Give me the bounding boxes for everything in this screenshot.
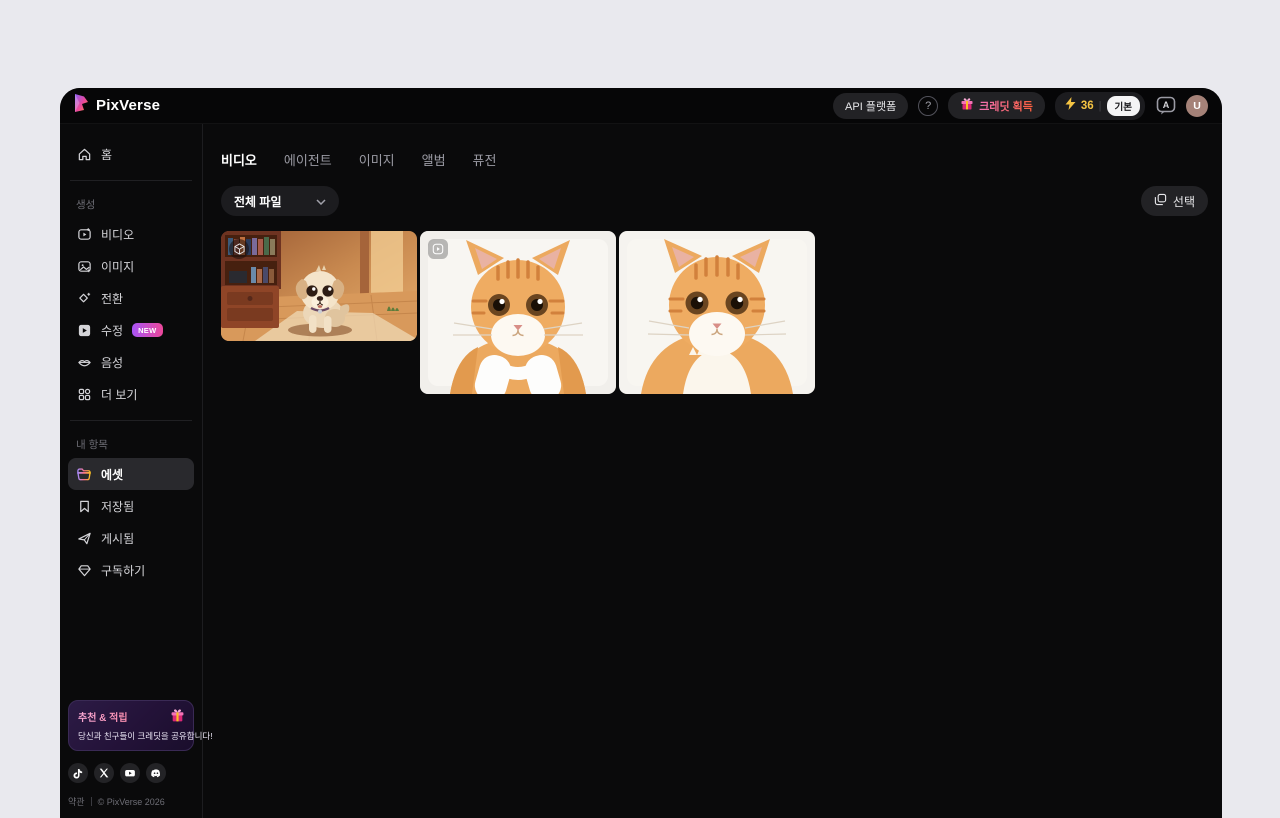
sidebar-bottom: 추천 & 적립 당신과 친구들이 크레딧을 공유합니다! 약관 © PixVer… [68,700,213,808]
lightning-icon [1065,96,1076,115]
lips-icon [76,354,92,370]
video-create-icon [76,226,92,242]
tab-image[interactable]: 이미지 [359,148,395,171]
paper-plane-icon [76,530,92,546]
sidebar-item-saved[interactable]: 저장됨 [68,490,194,522]
divider [70,420,192,421]
multi-select-icon [1154,193,1167,209]
sidebar-item-subscribe[interactable]: 구독하기 [68,554,194,586]
earn-credits-button[interactable]: 크레딧 획득 [948,92,1045,119]
section-title-create: 생성 [76,199,96,211]
grid-more-icon [76,386,92,402]
transform-icon [76,290,92,306]
divider [90,797,92,806]
pixverse-app-window: PixVerse API 플랫폼 ? 크레딧 획득 36 | 기본 A U 홈 … [60,88,1222,818]
sidebar-item-video[interactable]: 비디오 [68,218,194,250]
x-twitter-icon[interactable] [94,763,114,783]
sidebar-item-published[interactable]: 게시됨 [68,522,194,554]
svg-text:A: A [1162,100,1169,110]
content-tabs: 비디오 에이전트 이미지 앨범 퓨전 [221,148,1208,171]
sidebar-item-edit[interactable]: 수정 NEW [68,314,194,346]
image-create-icon [76,258,92,274]
gem-icon [76,562,92,578]
tab-album[interactable]: 앨범 [422,148,446,171]
logo[interactable]: PixVerse [74,94,160,117]
main-content: 비디오 에이전트 이미지 앨범 퓨전 전체 파일 선택 [203,124,1222,818]
edit-icon [76,322,92,338]
orange-cat-portrait-paws [420,231,616,394]
help-icon[interactable]: ? [918,95,939,116]
file-filter-dropdown[interactable]: 전체 파일 [221,186,339,216]
sidebar-item-home[interactable]: 홈 [68,138,194,170]
logo-text: PixVerse [96,97,161,114]
top-header: PixVerse API 플랫폼 ? 크레딧 획득 36 | 기본 A U [60,88,1222,124]
chevron-down-icon [315,194,326,208]
gift-icon [960,97,974,114]
credits-display[interactable]: 36 | 기본 [1054,91,1145,120]
asset-card-puppy-video[interactable] [221,231,417,341]
terms-link[interactable]: 약관 [68,795,85,808]
asset-card-cat-video[interactable] [420,231,616,394]
select-button[interactable]: 선택 [1140,186,1208,216]
pixverse-logo-icon [74,94,89,117]
promo-gift-icon [170,708,185,728]
app-body: 홈 생성 비디오 이미지 전환 수정 NEW 음성 더 보기 내 항목 에셋 저… [60,124,1222,818]
plan-badge: 기본 [1106,95,1140,116]
tab-agent[interactable]: 에이전트 [284,148,332,171]
header-actions: API 플랫폼 ? 크레딧 획득 36 | 기본 A U [833,91,1208,120]
discord-icon[interactable] [146,763,166,783]
orange-cat-portrait [619,231,815,394]
sidebar-item-more[interactable]: 더 보기 [68,378,194,410]
promo-title: 추천 & 적립 [78,709,184,724]
section-title-my-items: 내 항목 [76,439,108,451]
social-links [68,763,194,783]
video-play-badge-icon [428,239,448,259]
language-icon[interactable]: A [1155,96,1176,116]
asset-card-cat-image[interactable] [619,231,815,394]
sidebar-item-assets[interactable]: 에셋 [68,458,194,490]
api-platform-button[interactable]: API 플랫폼 [833,92,909,119]
sidebar-item-transform[interactable]: 전환 [68,282,194,314]
youtube-icon[interactable] [120,763,140,783]
credits-count: 36 [1080,99,1094,112]
bookmark-icon [76,498,92,514]
divider [70,180,192,181]
tiktok-icon[interactable] [68,763,88,783]
folder-assets-icon [76,466,92,482]
asset-grid [221,231,1208,394]
copyright-text: © PixVerse 2026 [97,796,165,807]
tab-fusion[interactable]: 퓨전 [473,148,497,171]
user-avatar[interactable]: U [1186,94,1208,117]
controls-row: 전체 파일 선택 [221,186,1208,216]
sidebar: 홈 생성 비디오 이미지 전환 수정 NEW 음성 더 보기 내 항목 에셋 저… [60,124,213,818]
promo-subtitle: 당신과 친구들이 크레딧을 공유합니다! [78,731,213,741]
sidebar-item-voice[interactable]: 음성 [68,346,194,378]
home-icon [76,146,92,162]
sidebar-footer: 약관 © PixVerse 2026 [68,795,194,808]
sidebar-item-image[interactable]: 이미지 [68,250,194,282]
puppy-room-scene [221,231,417,341]
cube-3d-badge-icon [229,239,249,259]
tab-video[interactable]: 비디오 [221,148,257,171]
referral-promo-card[interactable]: 추천 & 적립 당신과 친구들이 크레딧을 공유합니다! [68,700,213,751]
new-badge: NEW [132,323,163,337]
